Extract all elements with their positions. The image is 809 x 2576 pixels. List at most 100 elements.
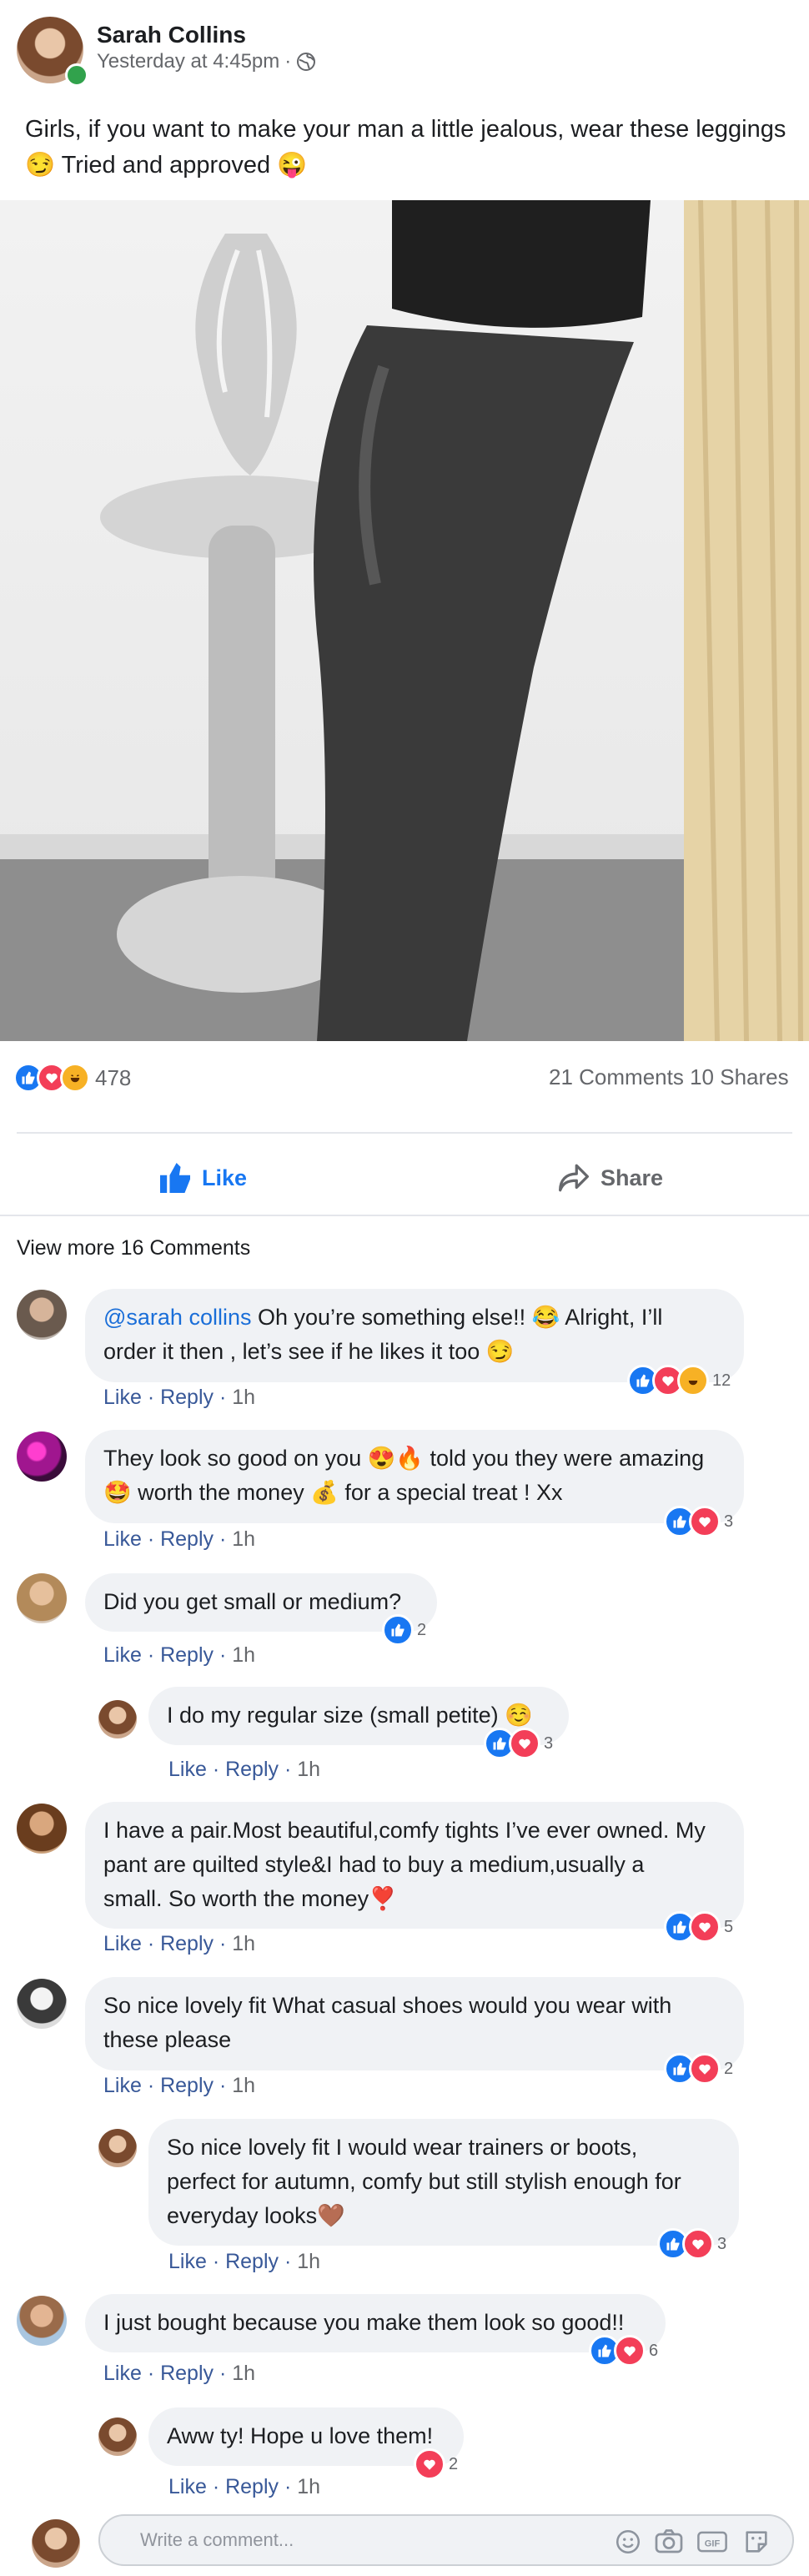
love-reaction-icon — [689, 2053, 721, 2085]
comment-time[interactable]: 1h — [232, 1932, 255, 1955]
commenter-avatar[interactable] — [17, 1431, 67, 1482]
commenter-avatar[interactable] — [17, 1290, 67, 1340]
reaction-count: 5 — [724, 1917, 734, 1936]
reaction-count: 2 — [449, 2454, 459, 2473]
comment-reply-link[interactable]: Reply — [225, 2250, 279, 2273]
link-separator: · — [141, 2362, 161, 2385]
comment-reply-link[interactable]: Reply — [225, 2475, 279, 2498]
love-reaction-icon — [689, 1911, 721, 1943]
post-photo[interactable] — [0, 200, 809, 1041]
comment-like-link[interactable]: Like — [168, 2475, 207, 2498]
comment-reply-link[interactable]: Reply — [225, 1758, 279, 1781]
post-counts: 21 Comments 10 Shares — [549, 1064, 789, 1090]
meta-separator: · — [284, 50, 292, 73]
globe-icon — [297, 53, 316, 71]
comment-text: I do my regular size (small petite) ☺️ — [167, 1703, 533, 1728]
comment-like-link[interactable]: Like — [103, 1527, 142, 1551]
sticker-icon[interactable] — [742, 2528, 771, 2556]
comment-reply-link[interactable]: Reply — [160, 1932, 214, 1955]
reaction-count: 3 — [717, 2234, 727, 2253]
emoji-icon[interactable] — [614, 2528, 642, 2556]
comment-text: Oh you’re something else!! 😂 Alright, I’… — [251, 1305, 663, 1330]
comment-like-link[interactable]: Like — [103, 1386, 142, 1409]
commenter-avatar[interactable] — [98, 1700, 137, 1738]
author-name[interactable]: Sarah Collins — [97, 22, 246, 48]
commenter-avatar[interactable] — [17, 2296, 67, 2346]
link-separator: · — [206, 1758, 226, 1781]
comment-reply-link[interactable]: Reply — [160, 1643, 214, 1667]
comment-reactions[interactable]: 3 — [657, 2228, 727, 2260]
comment-reply-link[interactable]: Reply — [160, 2362, 214, 2385]
comment-text: 🤩 worth the money 💰 for a special treat … — [103, 1480, 563, 1505]
haha-reaction-icon — [60, 1063, 90, 1093]
comment-composer[interactable]: Write a comment... GIF — [98, 2514, 794, 2566]
comment-reactions[interactable]: 12 — [627, 1365, 731, 1396]
commenter-avatar[interactable] — [17, 1804, 67, 1854]
post-timestamp[interactable]: Yesterday at 4:45pm — [97, 50, 279, 73]
camera-icon[interactable] — [654, 2528, 684, 2556]
comment-bubble: They look so good on you 😍🔥 told you the… — [85, 1430, 744, 1523]
comment-reactions[interactable]: 2 — [382, 1614, 426, 1646]
comment-text: these please — [103, 2027, 232, 2052]
comment-reactions[interactable]: 6 — [589, 2335, 658, 2367]
comment-reactions[interactable]: 2 — [664, 2053, 733, 2085]
comment-reactions[interactable]: 2 — [414, 2448, 459, 2480]
comment-time[interactable]: 1h — [232, 1643, 255, 1667]
share-button[interactable]: Share — [557, 1163, 663, 1193]
comment-time[interactable]: 1h — [232, 2362, 255, 2385]
comment-time[interactable]: 1h — [232, 1386, 255, 1409]
comment-like-link[interactable]: Like — [103, 2074, 142, 2097]
shares-count[interactable]: 10 Shares — [690, 1064, 789, 1089]
comment-like-link[interactable]: Like — [103, 2362, 142, 2385]
comment-like-link[interactable]: Like — [103, 1932, 142, 1955]
comment-time[interactable]: 1h — [232, 1527, 255, 1551]
link-separator: · — [214, 1932, 233, 1955]
post-text: Girls, if you want to make your man a li… — [25, 112, 792, 184]
like-button-label: Like — [202, 1165, 248, 1190]
reaction-summary[interactable]: 478 — [13, 1063, 131, 1093]
link-separator: · — [279, 2475, 298, 2498]
comment-input[interactable]: Write a comment... — [140, 2529, 294, 2551]
gif-icon[interactable]: GIF — [697, 2529, 727, 2554]
commenter-avatar[interactable] — [98, 2418, 137, 2456]
current-user-avatar[interactable] — [32, 2519, 80, 2568]
share-arrow-icon — [559, 1164, 589, 1192]
love-reaction-icon — [614, 2335, 646, 2367]
comment-links: Like · Reply · 1h — [103, 2362, 255, 2386]
comments-count[interactable]: 21 Comments — [549, 1064, 684, 1089]
comment-text: So nice lovely fit What casual shoes wou… — [103, 1993, 672, 2018]
comment-text: perfect for autumn, comfy but still styl… — [167, 2169, 681, 2194]
comment-like-link[interactable]: Like — [168, 1758, 207, 1781]
comment-bubble: So nice lovely fit I would wear trainers… — [148, 2119, 739, 2246]
comment-links: Like · Reply · 1h — [103, 1386, 255, 1410]
comment-reactions[interactable]: 3 — [484, 1728, 553, 1759]
commenter-avatar[interactable] — [17, 1979, 67, 2029]
like-button[interactable]: Like — [158, 1163, 247, 1193]
link-separator: · — [141, 1386, 161, 1409]
link-separator: · — [141, 1643, 161, 1667]
view-more-comments[interactable]: View more 16 Comments — [17, 1236, 250, 1260]
comment-time[interactable]: 1h — [232, 2074, 255, 2097]
comment-reply-link[interactable]: Reply — [160, 1386, 214, 1409]
commenter-avatar[interactable] — [98, 2129, 137, 2167]
comment-reply-link[interactable]: Reply — [160, 2074, 214, 2097]
comment-time[interactable]: 1h — [297, 2475, 320, 2498]
comment-like-link[interactable]: Like — [168, 2250, 207, 2273]
link-separator: · — [206, 2475, 226, 2498]
comment-time[interactable]: 1h — [297, 1758, 320, 1781]
post-text-line1: Girls, if you want to make your man a li… — [25, 116, 786, 143]
comment-reactions[interactable]: 5 — [664, 1911, 734, 1943]
reaction-count: 12 — [712, 1371, 731, 1390]
link-separator: · — [279, 2250, 298, 2273]
comment-links: Like · Reply · 1h — [103, 1643, 255, 1668]
mention-link[interactable]: @sarah collins — [103, 1305, 251, 1330]
post-meta: Yesterday at 4:45pm · — [97, 50, 316, 73]
comment-time[interactable]: 1h — [297, 2250, 320, 2273]
comment-reactions[interactable]: 3 — [664, 1506, 733, 1537]
svg-text:GIF: GIF — [705, 2539, 721, 2549]
comment-text: everyday looks🤎 — [167, 2203, 345, 2228]
comment-reply-link[interactable]: Reply — [160, 1527, 214, 1551]
commenter-avatar[interactable] — [17, 1573, 67, 1623]
comment-like-link[interactable]: Like — [103, 1643, 142, 1667]
post-text-line2: 😏 Tried and approved 😜 — [25, 152, 308, 179]
